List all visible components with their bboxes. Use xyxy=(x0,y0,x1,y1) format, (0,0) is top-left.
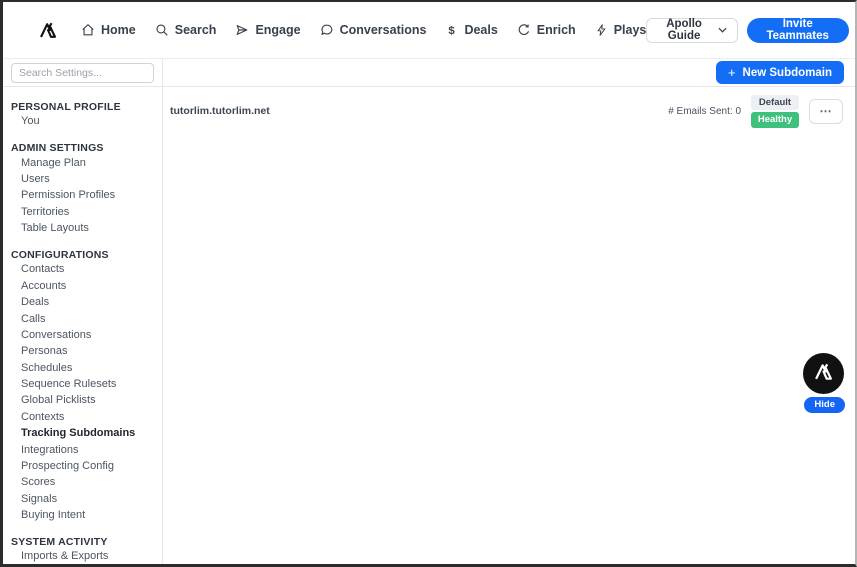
nav-engage[interactable]: Engage xyxy=(235,23,301,37)
sidebar-item-personas[interactable]: Personas xyxy=(3,343,162,359)
nav-label: Search xyxy=(174,23,217,37)
nav-search[interactable]: Search xyxy=(155,23,217,37)
tracking-subdomains-panel: + New Subdomain tutorlim.tutorlim.net # … xyxy=(163,59,855,564)
nav-label: Home xyxy=(101,23,136,37)
sidebar-item-tracking-subdomains[interactable]: Tracking Subdomains xyxy=(3,425,162,441)
sidebar-item-you[interactable]: You xyxy=(3,113,162,129)
sidebar-item-calls[interactable]: Calls xyxy=(3,310,162,326)
dollar-icon: $ xyxy=(445,23,458,37)
section-title-admin-settings: ADMIN SETTINGS xyxy=(11,142,104,155)
settings-search-box[interactable] xyxy=(11,63,154,83)
sidebar-item-territories[interactable]: Territories xyxy=(3,204,162,220)
sidebar-item-prospecting-config[interactable]: Prospecting Config xyxy=(3,458,162,474)
sidebar-item-scores[interactable]: Scores xyxy=(3,474,162,490)
content-area: PERSONAL PROFILE You ADMIN SETTINGS Mana… xyxy=(3,59,855,564)
section-title-system-activity: SYSTEM ACTIVITY xyxy=(11,536,108,549)
healthy-status-badge: Healthy xyxy=(751,112,799,128)
settings-search-input[interactable] xyxy=(19,67,146,79)
invite-teammates-button[interactable]: Invite Teammates xyxy=(746,17,849,43)
sidebar-search-wrap xyxy=(3,59,162,87)
app-window: Home Search Engage Conversations $ Deals… xyxy=(0,0,857,567)
sidebar-item-table-layouts[interactable]: Table Layouts xyxy=(3,220,162,236)
section-title-configurations: CONFIGURATIONS xyxy=(11,249,109,262)
nav-label: Plays xyxy=(613,23,647,37)
apollo-guide-label: Apollo Guide xyxy=(666,18,702,42)
primary-nav: Home Search Engage Conversations $ Deals… xyxy=(81,23,646,37)
badge-stack: Default Healthy xyxy=(751,95,799,128)
nav-label: Engage xyxy=(255,23,301,37)
sidebar-item-global-picklists[interactable]: Global Picklists xyxy=(3,392,162,408)
nav-home[interactable]: Home xyxy=(81,23,136,37)
nav-enrich[interactable]: Enrich xyxy=(517,23,576,37)
top-navigation-bar: Home Search Engage Conversations $ Deals… xyxy=(3,2,855,59)
sidebar-item-permission-profiles[interactable]: Permission Profiles xyxy=(3,187,162,203)
nav-plays[interactable]: Plays xyxy=(595,23,647,37)
sidebar-item-signals[interactable]: Signals xyxy=(3,491,162,507)
nav-conversations[interactable]: Conversations xyxy=(320,23,427,37)
nav-label: Enrich xyxy=(536,23,576,37)
sidebar-item-contexts[interactable]: Contexts xyxy=(3,409,162,425)
nav-right-cluster: Apollo Guide Invite Teammates xyxy=(646,17,855,43)
sidebar-item-sequence-rulesets[interactable]: Sequence Rulesets xyxy=(3,376,162,392)
sidebar-item-conversations[interactable]: Conversations xyxy=(3,327,162,343)
subdomain-name: tutorlim.tutorlim.net xyxy=(170,105,270,118)
send-icon xyxy=(235,23,249,37)
apollo-logo-icon[interactable] xyxy=(39,21,57,39)
sidebar-item-deals[interactable]: Deals xyxy=(3,294,162,310)
sidebar-item-integrations[interactable]: Integrations xyxy=(3,441,162,457)
sidebar-item-accounts[interactable]: Accounts xyxy=(3,278,162,294)
row-actions-menu-button[interactable]: ⋯ xyxy=(809,98,843,124)
new-subdomain-label: New Subdomain xyxy=(742,66,832,79)
new-subdomain-button[interactable]: + New Subdomain xyxy=(715,61,844,84)
default-badge: Default xyxy=(751,95,799,111)
nav-deals[interactable]: $ Deals xyxy=(445,23,498,37)
settings-sidebar: PERSONAL PROFILE You ADMIN SETTINGS Mana… xyxy=(3,59,163,564)
bolt-icon xyxy=(595,23,608,37)
subdomains-toolbar: + New Subdomain xyxy=(163,59,855,87)
assistant-hide-button[interactable]: Hide xyxy=(804,397,845,413)
search-icon xyxy=(155,23,169,37)
sidebar-item-buying-intent[interactable]: Buying Intent xyxy=(3,507,162,523)
sidebar-item-manage-plan[interactable]: Manage Plan xyxy=(3,154,162,170)
sidebar-item-imports-exports[interactable]: Imports & Exports xyxy=(3,548,162,564)
sidebar-item-users[interactable]: Users xyxy=(3,171,162,187)
nav-label: Conversations xyxy=(339,23,427,37)
apollo-logo-icon xyxy=(814,362,833,386)
svg-text:$: $ xyxy=(449,25,456,37)
sidebar-item-schedules[interactable]: Schedules xyxy=(3,360,162,376)
sidebar-item-contacts[interactable]: Contacts xyxy=(3,261,162,277)
emails-sent-count: # Emails Sent: 0 xyxy=(668,105,741,117)
nav-label: Deals xyxy=(464,23,498,37)
section-title-personal-profile: PERSONAL PROFILE xyxy=(11,101,121,113)
subdomain-row: tutorlim.tutorlim.net # Emails Sent: 0 D… xyxy=(163,87,855,128)
assistant-widget: Hide xyxy=(803,353,845,413)
chevron-down-icon xyxy=(718,24,727,36)
subdomain-row-right: # Emails Sent: 0 Default Healthy ⋯ xyxy=(668,95,843,128)
home-icon xyxy=(81,23,95,37)
chat-icon xyxy=(320,23,334,37)
apollo-guide-dropdown[interactable]: Apollo Guide xyxy=(646,17,738,43)
ellipsis-icon: ⋯ xyxy=(819,104,833,119)
settings-nav: PERSONAL PROFILE You ADMIN SETTINGS Mana… xyxy=(3,87,162,564)
assistant-bubble-button[interactable] xyxy=(803,353,844,394)
enrich-refresh-icon xyxy=(517,23,531,37)
plus-icon: + xyxy=(727,65,736,80)
